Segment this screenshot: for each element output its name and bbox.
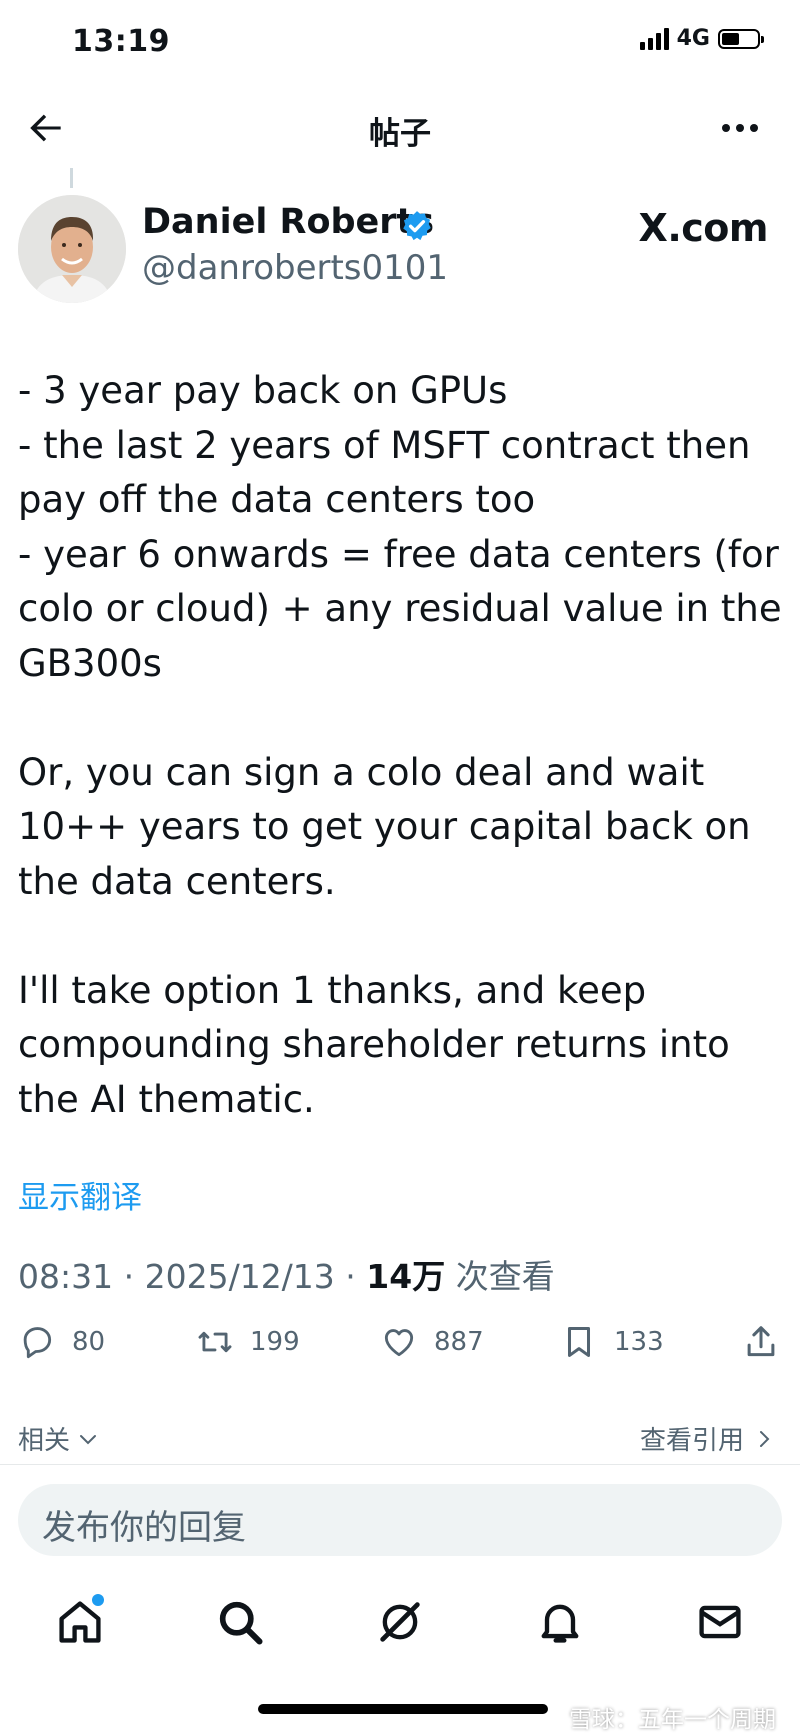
status-indicators: 4G — [639, 26, 764, 51]
like-button[interactable]: 887 — [380, 1323, 484, 1361]
tweet-line: - 3 year pay back on GPUs — [18, 369, 508, 412]
nav-search[interactable] — [214, 1596, 266, 1648]
nav-messages[interactable] — [694, 1596, 746, 1648]
author-handle[interactable]: @danroberts0101 — [142, 248, 448, 288]
nav-notifications[interactable] — [534, 1596, 586, 1648]
repost-count: 199 — [250, 1327, 300, 1357]
avatar[interactable] — [18, 195, 126, 303]
x-com-logo: X.com — [638, 206, 769, 250]
view-quotes-label: 查看引用 — [639, 1426, 744, 1456]
network-type: 4G — [676, 26, 710, 51]
tweet-date: 2025/12/13 — [144, 1257, 335, 1296]
view-quotes-link[interactable]: 查看引用 — [640, 1420, 776, 1457]
repost-icon — [198, 1331, 232, 1353]
watermark: 雪球：五年一个周期 — [569, 1707, 776, 1733]
avatar-image — [18, 195, 126, 303]
battery-icon — [718, 28, 764, 49]
signal-icon — [639, 27, 669, 50]
nav-grok[interactable] — [374, 1596, 426, 1648]
heart-icon — [384, 1329, 414, 1357]
reply-button[interactable]: 80 — [18, 1323, 105, 1361]
grok-icon — [380, 1602, 420, 1642]
notification-dot — [92, 1594, 104, 1606]
reply-input[interactable]: 发布你的回复 — [18, 1484, 782, 1556]
bookmark-button[interactable]: 133 — [560, 1323, 664, 1361]
tweet-time: 08:31 — [18, 1257, 114, 1296]
share-button[interactable] — [742, 1323, 780, 1361]
related-dropdown[interactable]: 相关 — [18, 1420, 100, 1457]
like-count: 887 — [434, 1327, 484, 1357]
tweet-line: - year 6 onwards = free data centers (fo… — [18, 532, 782, 685]
views-label: 次查看 — [455, 1257, 555, 1296]
nav-home[interactable] — [54, 1594, 106, 1648]
search-icon — [219, 1601, 263, 1645]
mail-icon — [699, 1605, 741, 1639]
related-label: 相关 — [18, 1426, 71, 1456]
bell-icon — [541, 1604, 579, 1643]
home-indicator — [258, 1704, 548, 1714]
reply-icon — [23, 1327, 52, 1359]
verified-badge-icon — [400, 209, 434, 243]
tweet-paragraph: Or, you can sign a colo deal and wait 10… — [18, 750, 751, 903]
reply-count: 80 — [72, 1327, 106, 1357]
chevron-right-icon — [760, 1430, 770, 1447]
tweet-paragraph: I'll take option 1 thanks, and keep comp… — [18, 968, 730, 1121]
reply-placeholder: 发布你的回复 — [42, 1508, 246, 1548]
page-title: 帖子 — [369, 116, 431, 152]
bookmark-count: 133 — [614, 1327, 664, 1357]
tweet-line: - the last 2 years of MSFT contract then… — [18, 423, 751, 522]
views-count: 14万 — [366, 1257, 446, 1296]
bookmark-icon — [567, 1327, 591, 1357]
divider — [0, 1464, 800, 1465]
repost-button[interactable]: 199 — [196, 1323, 300, 1361]
status-time: 13:19 — [72, 24, 170, 59]
author-name[interactable]: Daniel Roberts — [142, 202, 434, 242]
tweet-meta: 08:31 · 2025/12/13 · 14万 次查看 — [18, 1257, 555, 1296]
more-horizontal-icon — [722, 124, 758, 132]
chevron-down-icon — [80, 1434, 97, 1444]
show-translation-link[interactable]: 显示翻译 — [18, 1172, 142, 1217]
share-icon — [747, 1326, 775, 1357]
tweet-text: - 3 year pay back on GPUs - the last 2 y… — [18, 364, 788, 1127]
more-options-button[interactable] — [716, 108, 764, 148]
thread-connector — [70, 168, 73, 188]
